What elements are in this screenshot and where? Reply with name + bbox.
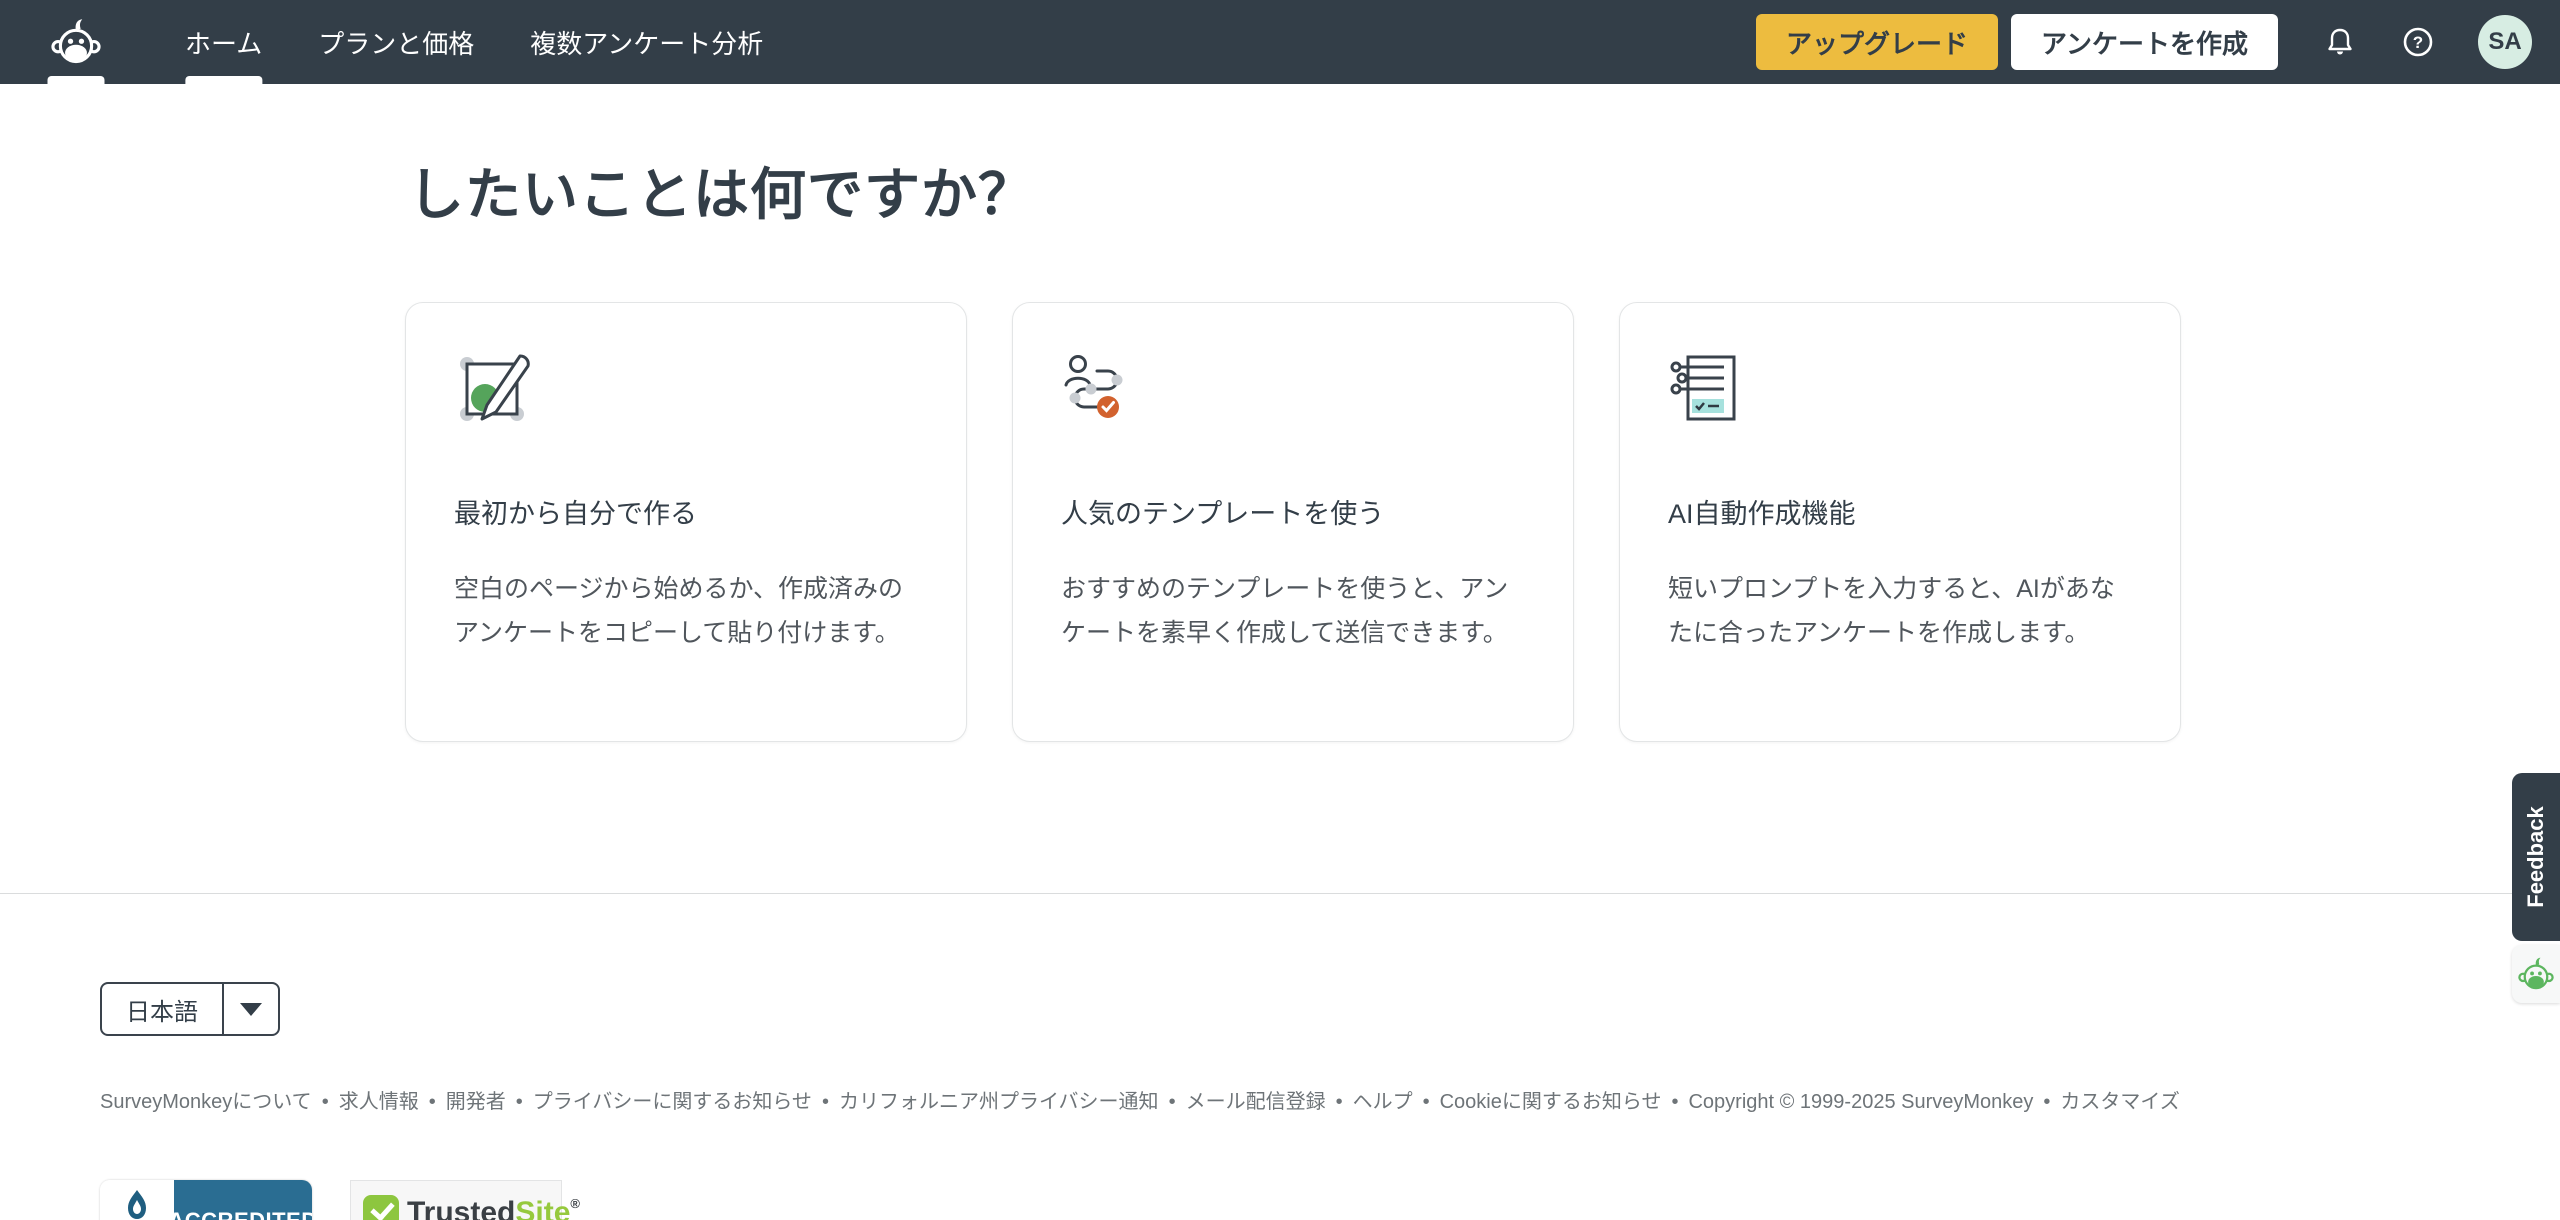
- footer-link-developers[interactable]: 開発者: [446, 1091, 506, 1113]
- card-use-template[interactable]: 人気のテンプレートを使う おすすめのテンプレートを使うと、アンケートを素早く作成…: [1012, 302, 1574, 742]
- separator: •: [1661, 1091, 1688, 1113]
- footer-link-about[interactable]: SurveyMonkeyについて: [100, 1091, 312, 1113]
- pencil-square-icon: [454, 351, 530, 427]
- footer-link-email-optin[interactable]: メール配信登録: [1186, 1091, 1326, 1113]
- trustedsite-check-icon: [363, 1195, 399, 1220]
- bbb-text-panel: ACCREDITED BUSINESS: [174, 1180, 312, 1220]
- separator: •: [419, 1091, 446, 1113]
- ai-document-icon: [1668, 351, 1744, 427]
- nav-item-multi-survey-analysis[interactable]: 複数アンケート分析: [502, 0, 791, 84]
- help-icon: ?: [2402, 26, 2434, 58]
- help-button[interactable]: ?: [2402, 26, 2434, 58]
- footer-links: SurveyMonkeyについて•求人情報•開発者•プライバシーに関するお知らせ…: [100, 1080, 2490, 1124]
- language-label: 日本語: [102, 984, 222, 1034]
- footer-copyright: Copyright © 1999-2025 SurveyMonkey: [1688, 1091, 2033, 1113]
- nav-item-label: 複数アンケート分析: [530, 24, 763, 61]
- bbb-accredited-badge[interactable]: BBB ACCREDITED BUSINESS: [100, 1180, 312, 1220]
- navbar-actions: アップグレード アンケートを作成 ? SA: [1756, 14, 2560, 70]
- separator: •: [1159, 1091, 1186, 1113]
- template-flow-icon: [1061, 351, 1137, 427]
- trustedsite-wordmark: TrustedSite®: [407, 1196, 580, 1220]
- footer-link-california-privacy[interactable]: カリフォルニア州プライバシー通知: [839, 1091, 1159, 1113]
- nav-item-plans-pricing[interactable]: プランと価格: [290, 0, 502, 84]
- language-selector[interactable]: 日本語: [100, 982, 280, 1036]
- surveymonkey-green-monkey-icon: [2518, 956, 2554, 992]
- page-title: したいことは何ですか？: [408, 150, 2560, 231]
- footer-link-jobs[interactable]: 求人情報: [339, 1091, 419, 1113]
- language-dropdown-toggle[interactable]: [222, 984, 278, 1034]
- create-survey-button[interactable]: アンケートを作成: [2011, 14, 2278, 70]
- separator: •: [312, 1091, 339, 1113]
- nav-item-label: プランと価格: [318, 24, 474, 61]
- separator: •: [2033, 1091, 2060, 1113]
- bell-icon: [2324, 26, 2356, 58]
- bbb-logo-panel: BBB: [100, 1180, 174, 1220]
- nav-item-home[interactable]: ホーム: [157, 0, 290, 84]
- main-content: したいことは何ですか？ 最初から自分で作る 空白のページから始めるか、作成済みの…: [0, 150, 2560, 893]
- svg-text:?: ?: [2413, 33, 2423, 52]
- trustedsite-logo-row: TrustedSite®: [363, 1195, 549, 1220]
- surveymonkey-logo-link[interactable]: [45, 0, 107, 84]
- separator: •: [506, 1091, 533, 1113]
- bbb-torch-icon: [119, 1190, 155, 1220]
- chevron-down-icon: [240, 1003, 262, 1016]
- feedback-monkey-button[interactable]: [2512, 945, 2560, 1003]
- footer-link-cookies[interactable]: Cookieに関するお知らせ: [1440, 1091, 1662, 1113]
- card-title: AI自動作成機能: [1668, 492, 2132, 531]
- user-avatar[interactable]: SA: [2478, 15, 2532, 69]
- separator: •: [812, 1091, 839, 1113]
- card-title: 最初から自分で作る: [454, 492, 918, 531]
- primary-nav: ホーム プランと価格 複数アンケート分析: [157, 0, 791, 84]
- surveymonkey-monkey-icon: [51, 17, 101, 67]
- footer-link-privacy[interactable]: プライバシーに関するお知らせ: [533, 1091, 812, 1113]
- card-body: おすすめのテンプレートを使うと、アンケートを素早く作成して送信できます。: [1061, 567, 1525, 655]
- card-ai-create[interactable]: AI自動作成機能 短いプロンプトを入力すると、AIがあなたに合ったアンケートを作…: [1619, 302, 2181, 742]
- action-cards: 最初から自分で作る 空白のページから始めるか、作成済みのアンケートをコピーして貼…: [405, 302, 2560, 742]
- card-body: 短いプロンプトを入力すると、AIがあなたに合ったアンケートを作成します。: [1668, 567, 2132, 655]
- top-navbar: ホーム プランと価格 複数アンケート分析 アップグレード アンケートを作成 ? …: [0, 0, 2560, 84]
- card-title: 人気のテンプレートを使う: [1061, 492, 1525, 531]
- trust-badges: BBB ACCREDITED BUSINESS TrustedSite® CER…: [100, 1180, 2560, 1220]
- separator: •: [1326, 1091, 1353, 1113]
- bbb-line1: ACCREDITED: [168, 1208, 312, 1220]
- footer-link-help[interactable]: ヘルプ: [1353, 1091, 1413, 1113]
- active-tab-indicator: [48, 76, 105, 84]
- page-footer: 日本語 SurveyMonkeyについて•求人情報•開発者•プライバシーに関する…: [0, 893, 2560, 1220]
- active-tab-indicator: [185, 76, 262, 84]
- card-create-from-scratch[interactable]: 最初から自分で作る 空白のページから始めるか、作成済みのアンケートをコピーして貼…: [405, 302, 967, 742]
- upgrade-button[interactable]: アップグレード: [1756, 14, 1998, 70]
- separator: •: [1413, 1091, 1440, 1113]
- footer-link-customize[interactable]: カスタマイズ: [2060, 1091, 2179, 1113]
- feedback-label: Feedback: [2523, 806, 2549, 908]
- notifications-button[interactable]: [2324, 26, 2356, 58]
- trustedsite-badge[interactable]: TrustedSite® CERTIFIED SECURE: [350, 1180, 562, 1220]
- feedback-tab[interactable]: Feedback: [2512, 773, 2560, 941]
- card-body: 空白のページから始めるか、作成済みのアンケートをコピーして貼り付けます。: [454, 567, 918, 655]
- nav-item-label: ホーム: [185, 24, 262, 61]
